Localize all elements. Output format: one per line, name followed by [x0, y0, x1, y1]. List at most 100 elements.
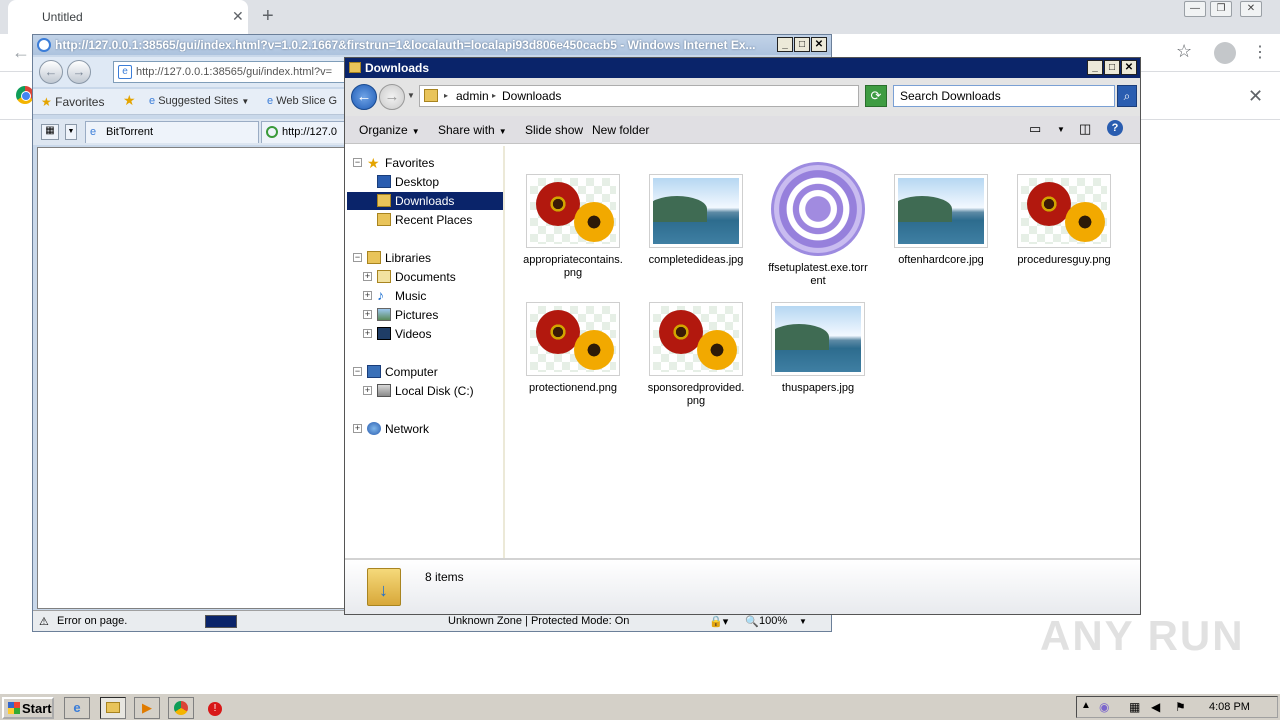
- file-item[interactable]: ffsetuplatest.exe.torrent: [768, 162, 868, 288]
- warning-icon[interactable]: ⚠: [39, 615, 49, 628]
- tree-recent-places[interactable]: Recent Places: [347, 211, 503, 229]
- bookmark-star-icon[interactable]: ☆: [1176, 41, 1192, 62]
- collapse-icon[interactable]: −: [353, 367, 362, 376]
- tree-local-disk[interactable]: + Local Disk (C:): [347, 382, 503, 400]
- tab-localhost[interactable]: http://127.0: [261, 121, 351, 143]
- tray-flag-icon[interactable]: ⚑: [1175, 700, 1186, 714]
- help-icon[interactable]: ?: [1107, 120, 1123, 136]
- share-with-button[interactable]: Share with ▼: [438, 123, 507, 137]
- clock[interactable]: 4:08 PM: [1209, 701, 1250, 713]
- tab-list-chevron-icon[interactable]: ▼: [65, 124, 77, 140]
- add-favorite-icon[interactable]: ★: [123, 92, 136, 109]
- tree-pictures[interactable]: + Pictures: [347, 306, 503, 324]
- tray-network-icon[interactable]: ▦: [1129, 700, 1140, 714]
- restore-button[interactable]: ❐: [1210, 1, 1232, 17]
- new-tab-button[interactable]: +: [262, 5, 274, 28]
- tree-videos[interactable]: + Videos: [347, 325, 503, 343]
- new-folder-button[interactable]: New folder: [592, 123, 649, 137]
- file-item[interactable]: appropriatecontains.png: [523, 174, 623, 280]
- taskbar-media-player-icon[interactable]: ▶: [134, 697, 160, 719]
- ie-back-icon[interactable]: ←: [39, 60, 63, 84]
- close-window-button[interactable]: ✕: [1240, 1, 1262, 17]
- profile-avatar[interactable]: [1214, 42, 1236, 64]
- security-icon[interactable]: 🔒▾: [709, 615, 728, 628]
- back-arrow-icon[interactable]: ←: [12, 42, 30, 63]
- tree-computer[interactable]: − Computer: [347, 363, 503, 381]
- minimize-button[interactable]: —: [1184, 1, 1206, 17]
- expand-icon[interactable]: +: [363, 329, 372, 338]
- breadcrumb-downloads[interactable]: Downloads: [502, 89, 561, 103]
- explorer-close-button[interactable]: ✕: [1121, 60, 1137, 75]
- tree-libraries[interactable]: − Libraries: [347, 249, 503, 267]
- zoom-icon[interactable]: 🔍: [745, 615, 759, 628]
- tree-documents[interactable]: + Documents: [347, 268, 503, 286]
- refresh-icon[interactable]: ⟳: [865, 85, 887, 107]
- tree-favorites[interactable]: − ★ Favorites: [347, 154, 503, 172]
- change-view-icon[interactable]: ▭: [1029, 121, 1041, 137]
- expand-icon[interactable]: +: [363, 310, 372, 319]
- file-item[interactable]: oftenhardcore.jpg: [891, 174, 991, 267]
- explorer-titlebar[interactable]: Downloads _ □ ✕: [345, 58, 1140, 78]
- tray-bittorrent-icon[interactable]: ◉: [1099, 700, 1109, 714]
- chevron-right-icon[interactable]: ▸: [444, 91, 448, 100]
- view-options-chevron-icon[interactable]: ▼: [1057, 125, 1065, 134]
- tab-bittorrent[interactable]: e BitTorrent: [85, 121, 259, 143]
- ie-minimize-button[interactable]: _: [777, 37, 793, 52]
- tree-downloads[interactable]: Downloads: [347, 192, 503, 210]
- taskbar-chrome-icon[interactable]: [168, 697, 194, 719]
- ie-maximize-button[interactable]: □: [794, 37, 810, 52]
- taskbar-ie-icon[interactable]: e: [64, 697, 90, 719]
- breadcrumb[interactable]: ▸ admin ▸ Downloads ▼: [419, 85, 929, 107]
- tray-volume-icon[interactable]: ◀: [1151, 700, 1160, 714]
- taskbar-explorer-icon[interactable]: [100, 697, 126, 719]
- explorer-maximize-button[interactable]: □: [1104, 60, 1120, 75]
- forward-arrow-icon[interactable]: →: [379, 84, 405, 110]
- tray-expand-icon[interactable]: ▲: [1081, 700, 1091, 711]
- file-item[interactable]: protectionend.png: [523, 302, 623, 395]
- ie-status-zoom[interactable]: 100%: [759, 615, 787, 627]
- collapse-icon[interactable]: −: [353, 253, 362, 262]
- search-icon[interactable]: ⌕: [1117, 85, 1137, 107]
- organize-button[interactable]: Organize ▼: [359, 123, 420, 137]
- quick-tabs-icon[interactable]: ▦: [41, 124, 59, 140]
- infobar-close-icon[interactable]: ✕: [1248, 86, 1263, 107]
- expand-icon[interactable]: +: [363, 291, 372, 300]
- expand-icon[interactable]: +: [353, 424, 362, 433]
- file-item[interactable]: thuspapers.jpg: [768, 302, 868, 395]
- ie-forward-icon[interactable]: →: [67, 60, 91, 84]
- expand-icon[interactable]: +: [363, 386, 372, 395]
- ie-titlebar[interactable]: http://127.0.0.1:38565/gui/index.html?v=…: [33, 35, 831, 55]
- ie-address-bar[interactable]: e http://127.0.0.1:38565/gui/index.html?…: [113, 61, 353, 83]
- file-item[interactable]: proceduresguy.png: [1014, 174, 1114, 267]
- file-item[interactable]: sponsoredprovided.png: [646, 302, 746, 408]
- ie-status-error[interactable]: Error on page.: [57, 615, 127, 627]
- ie-progress-bar: [205, 615, 237, 628]
- chrome-tab[interactable]: Untitled ✕: [8, 0, 248, 34]
- suggested-sites-link[interactable]: e Suggested Sites ▼: [149, 95, 249, 107]
- tree-desktop-label: Desktop: [395, 175, 440, 189]
- ie-close-button[interactable]: ✕: [811, 37, 827, 52]
- close-tab-icon[interactable]: ✕: [232, 8, 244, 25]
- file-list[interactable]: appropriatecontains.png completedideas.j…: [507, 146, 1140, 558]
- breadcrumb-admin[interactable]: admin: [456, 89, 489, 103]
- zoom-chevron-icon[interactable]: ▼: [799, 617, 807, 626]
- favorites-star-icon: ★: [41, 95, 52, 109]
- ie-favorites-button[interactable]: ★ Favorites: [41, 95, 104, 109]
- tree-network[interactable]: + Network: [347, 420, 503, 438]
- expand-icon[interactable]: +: [363, 272, 372, 281]
- start-button[interactable]: Start: [2, 697, 54, 719]
- chevron-right-icon[interactable]: ▸: [492, 91, 496, 100]
- taskbar-stop-icon[interactable]: !: [202, 697, 228, 719]
- back-arrow-icon[interactable]: ←: [351, 84, 377, 110]
- tree-music[interactable]: + ♪ Music: [347, 287, 503, 305]
- collapse-icon[interactable]: −: [353, 158, 362, 167]
- web-slice-link[interactable]: e Web Slice G: [267, 95, 337, 107]
- tree-desktop[interactable]: Desktop: [347, 173, 503, 191]
- search-input[interactable]: Search Downloads: [893, 85, 1115, 107]
- recent-pages-chevron-icon[interactable]: ▼: [407, 91, 415, 100]
- slide-show-button[interactable]: Slide show: [525, 123, 583, 137]
- menu-dots-icon[interactable]: ⋮: [1252, 42, 1268, 62]
- file-item[interactable]: completedideas.jpg: [646, 174, 746, 267]
- explorer-minimize-button[interactable]: _: [1087, 60, 1103, 75]
- preview-pane-icon[interactable]: ◫: [1079, 121, 1091, 137]
